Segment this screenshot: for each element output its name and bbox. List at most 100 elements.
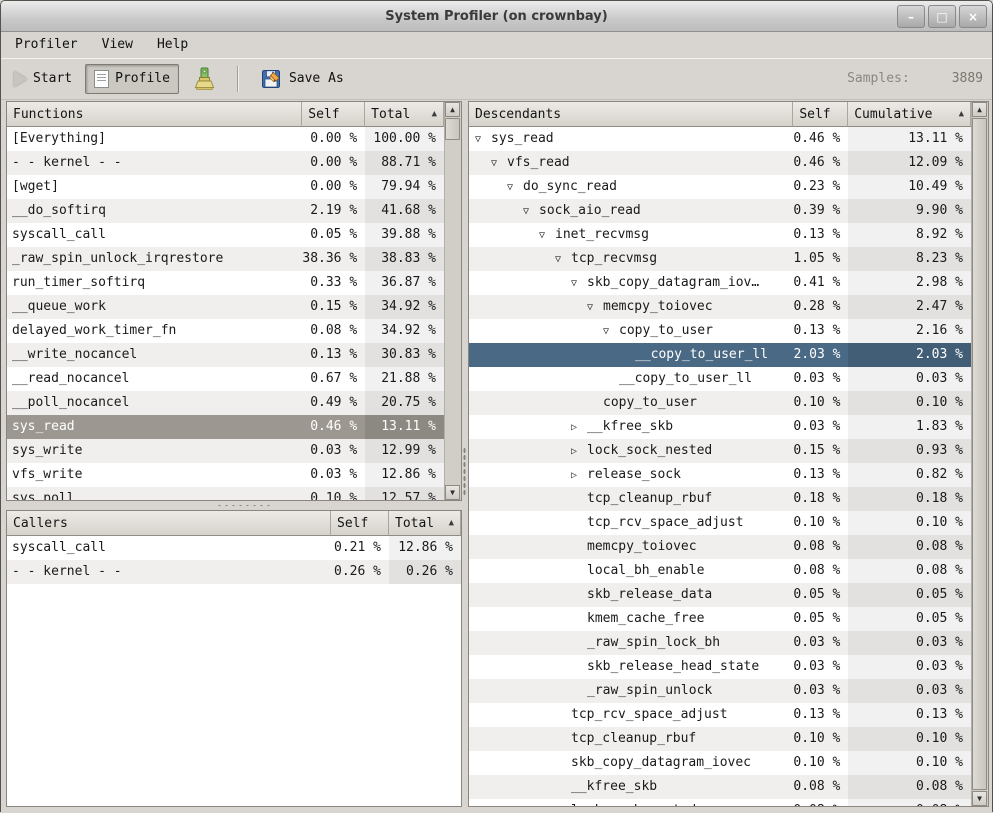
menu-item-profiler[interactable]: Profiler [5,34,88,55]
scrollbar-thumb[interactable] [445,118,460,140]
tree-row[interactable]: tcp_cleanup_rbuf0.18 %0.18 % [469,487,971,511]
tree-row[interactable]: ▽vfs_read0.46 %12.09 % [469,151,971,175]
descendants-column-header[interactable]: Descendants [469,102,793,127]
table-row[interactable]: - - kernel - -0.00 %88.71 % [7,151,444,175]
tree-row[interactable]: _raw_spin_unlock0.03 %0.03 % [469,679,971,703]
table-row[interactable]: syscall_call0.21 %12.86 % [7,536,461,560]
function-name: skb_release_data [469,583,793,607]
table-row[interactable]: __write_nocancel0.13 %30.83 % [7,343,444,367]
expander-open-icon[interactable]: ▽ [539,224,555,247]
table-row[interactable]: __poll_nocancel0.49 %20.75 % [7,391,444,415]
tree-row[interactable]: tcp_rcv_space_adjust0.10 %0.10 % [469,511,971,535]
table-row[interactable]: [Everything]0.00 %100.00 % [7,127,444,151]
expander-open-icon[interactable]: ▽ [523,200,539,223]
tree-row[interactable]: memcpy_toiovec0.08 %0.08 % [469,535,971,559]
table-row[interactable]: syscall_call0.05 %39.88 % [7,223,444,247]
scroll-up-button[interactable]: ▲ [445,102,460,117]
self-column-header[interactable]: Self [302,102,365,127]
table-row[interactable]: sys_write0.03 %12.99 % [7,439,444,463]
table-row[interactable]: sys_read0.46 %13.11 % [7,415,444,439]
function-name: __copy_to_user_ll [469,343,793,367]
tree-row[interactable]: copy_to_user0.10 %0.10 % [469,391,971,415]
expander-open-icon[interactable]: ▽ [603,320,619,343]
expander-open-icon[interactable]: ▽ [475,128,491,151]
cumulative-column-header[interactable]: Cumulative ▲ [848,102,971,127]
tree-row[interactable]: ▽skb_copy_datagram_iov…0.41 %2.98 % [469,271,971,295]
tree-row[interactable]: ▽sock_aio_read0.39 %9.90 % [469,199,971,223]
descendants-scrollbar[interactable]: ▲ ▼ [971,102,988,806]
tree-row[interactable]: ▽memcpy_toiovec0.28 %2.47 % [469,295,971,319]
tree-row[interactable]: ▷release_sock0.13 %0.82 % [469,463,971,487]
tree-row[interactable]: __copy_to_user_ll0.03 %0.03 % [469,367,971,391]
scroll-down-button[interactable]: ▼ [972,791,987,806]
tree-row[interactable]: ▽inet_recvmsg0.13 %8.92 % [469,223,971,247]
self-percent: 2.03 % [793,343,848,367]
table-row[interactable]: __queue_work0.15 %34.92 % [7,295,444,319]
tree-row[interactable]: skb_release_data0.05 %0.05 % [469,583,971,607]
samples-value: 3889 [952,71,983,86]
tree-row[interactable]: lock_sock_nested0.08 %0.08 % [469,799,971,806]
scroll-up-button[interactable]: ▲ [972,102,987,117]
tree-row[interactable]: ▽do_sync_read0.23 %10.49 % [469,175,971,199]
expander-collapsed-icon[interactable]: ▷ [571,416,587,439]
tree-row[interactable]: ▽tcp_recvmsg1.05 %8.23 % [469,247,971,271]
reset-button[interactable] [183,60,225,98]
function-name-label: memcpy_toiovec [587,539,697,554]
table-row[interactable]: - - kernel - -0.26 %0.26 % [7,560,461,584]
tree-row[interactable]: tcp_cleanup_rbuf0.10 %0.10 % [469,727,971,751]
expander-open-icon[interactable]: ▽ [507,176,523,199]
scroll-down-icon: ▼ [977,794,982,803]
tree-row[interactable]: skb_copy_datagram_iovec0.10 %0.10 % [469,751,971,775]
tree-row[interactable]: _raw_spin_lock_bh0.03 %0.03 % [469,631,971,655]
table-row[interactable]: vfs_write0.03 %12.86 % [7,463,444,487]
start-button[interactable]: Start [5,65,81,93]
table-row[interactable]: [wget]0.00 %79.94 % [7,175,444,199]
tree-row[interactable]: __kfree_skb0.08 %0.08 % [469,775,971,799]
save-as-button[interactable]: Save As [252,62,353,96]
expander-open-icon[interactable]: ▽ [555,248,571,271]
callers-column-header[interactable]: Callers [7,511,331,536]
close-button[interactable]: × [959,5,987,28]
self-column-header[interactable]: Self [793,102,848,127]
profile-toggle-button[interactable]: Profile [85,64,179,94]
expander-open-icon[interactable]: ▽ [491,152,507,175]
minimize-button[interactable]: – [897,5,925,28]
function-name: ▽inet_recvmsg [469,223,793,247]
self-column-header[interactable]: Self [331,511,389,536]
tree-row[interactable]: ▽copy_to_user0.13 %2.16 % [469,319,971,343]
total-column-header[interactable]: Total ▲ [365,102,444,127]
tree-row[interactable]: __copy_to_user_ll2.03 %2.03 % [469,343,971,367]
tree-row[interactable]: ▷lock_sock_nested0.15 %0.93 % [469,439,971,463]
maximize-button[interactable]: □ [928,5,956,28]
expander-open-icon[interactable]: ▽ [571,272,587,295]
scroll-down-button[interactable]: ▼ [445,485,460,500]
function-name: __read_nocancel [7,367,302,391]
table-row[interactable]: delayed_work_timer_fn0.08 %34.92 % [7,319,444,343]
functions-scrollbar[interactable]: ▲ ▼ [444,102,461,500]
function-name: skb_copy_datagram_iovec [469,751,793,775]
expander-collapsed-icon[interactable]: ▷ [571,440,587,463]
expander-collapsed-icon[interactable]: ▷ [571,464,587,487]
menu-item-view[interactable]: View [92,34,143,55]
scrollbar-thumb[interactable] [972,118,987,790]
functions-column-header[interactable]: Functions [7,102,302,127]
function-name: ▽skb_copy_datagram_iov… [469,271,793,295]
tree-row[interactable]: kmem_cache_free0.05 %0.05 % [469,607,971,631]
tree-row[interactable]: local_bh_enable0.08 %0.08 % [469,559,971,583]
table-row[interactable]: sys_poll0.10 %12.57 % [7,487,444,500]
table-row[interactable]: __read_nocancel0.67 %21.88 % [7,367,444,391]
table-row[interactable]: __do_softirq2.19 %41.68 % [7,199,444,223]
table-row[interactable]: _raw_spin_unlock_irqrestore38.36 %38.83 … [7,247,444,271]
expander-open-icon[interactable]: ▽ [587,296,603,319]
total-column-header[interactable]: Total ▲ [389,511,461,536]
titlebar[interactable]: System Profiler (on crownbay) – □ × [1,1,992,32]
menu-item-help[interactable]: Help [147,34,198,55]
table-row[interactable]: run_timer_softirq0.33 %36.87 % [7,271,444,295]
self-percent: 0.13 % [793,319,848,343]
tree-row[interactable]: tcp_rcv_space_adjust0.13 %0.13 % [469,703,971,727]
tree-row[interactable]: ▽sys_read0.46 %13.11 % [469,127,971,151]
horizontal-pane-splitter[interactable] [6,501,462,510]
tree-row[interactable]: skb_release_head_state0.03 %0.03 % [469,655,971,679]
tree-row[interactable]: ▷__kfree_skb0.03 %1.83 % [469,415,971,439]
vertical-pane-splitter[interactable] [461,101,468,807]
